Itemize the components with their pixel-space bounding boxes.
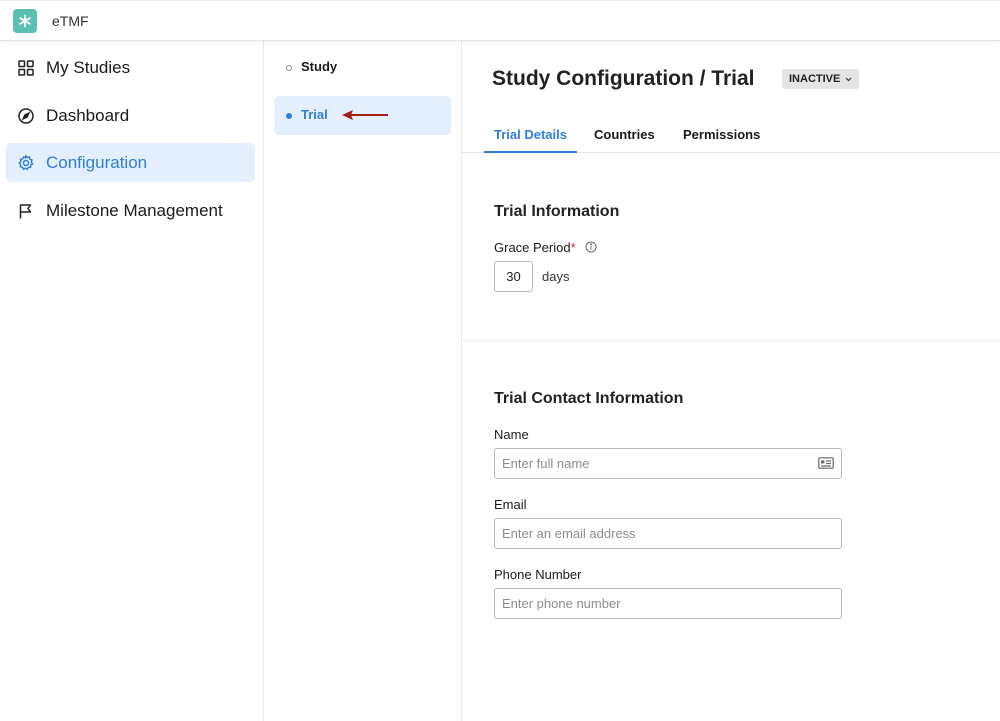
sidebar-item-label: Configuration: [46, 152, 148, 172]
tab-permissions[interactable]: Permissions: [683, 127, 760, 142]
grace-period-label: Grace Period*: [494, 240, 576, 255]
grace-period-label-text: Grace Period: [494, 240, 571, 255]
flag-icon: [19, 204, 32, 219]
subnav-item-label: Study: [301, 59, 338, 74]
section-title-trial-contact-information: Trial Contact Information: [494, 390, 684, 407]
sidebar-item-label: Milestone Management: [46, 200, 223, 220]
tab-countries[interactable]: Countries: [594, 127, 655, 142]
sidebar: My Studies Dashboard Configuration Miles…: [0, 41, 264, 721]
contact-card-icon[interactable]: [818, 457, 834, 469]
tab-trial-details[interactable]: Trial Details: [494, 127, 567, 142]
subnav-item-label: Trial: [301, 107, 328, 122]
sidebar-item-label: My Studies: [46, 57, 131, 77]
grid-icon: [18, 60, 34, 76]
page-title: Study Configuration / Trial: [492, 67, 755, 90]
sidebar-item-dashboard[interactable]: Dashboard: [6, 96, 255, 135]
phone-number-label: Phone Number: [494, 567, 582, 582]
sidebar-item-label: Dashboard: [46, 105, 130, 125]
active-tab-indicator: [484, 151, 577, 153]
section-divider: [462, 340, 1000, 341]
gear-icon: [18, 154, 34, 171]
grace-period-unit: days: [542, 269, 570, 284]
info-icon[interactable]: [585, 241, 597, 253]
status-badge[interactable]: INACTIVE: [782, 69, 860, 89]
top-bar: eTMF: [0, 0, 1000, 41]
configuration-subnav: Study Trial: [264, 41, 462, 721]
bullet-icon: [286, 65, 292, 71]
tab-bar: Trial Details Countries Permissions: [462, 119, 1000, 153]
compass-icon: [18, 108, 34, 124]
email-field[interactable]: [494, 518, 842, 549]
name-label: Name: [494, 427, 529, 442]
sidebar-item-my-studies[interactable]: My Studies: [6, 48, 255, 87]
sidebar-item-configuration[interactable]: Configuration: [6, 143, 255, 182]
grace-period-input[interactable]: 30: [494, 261, 533, 292]
section-title-trial-information: Trial Information: [494, 203, 620, 220]
phone-number-field[interactable]: [494, 588, 842, 619]
app-logo[interactable]: [13, 9, 37, 33]
status-label: INACTIVE: [789, 73, 841, 85]
main-content: Study Configuration / Trial INACTIVE Tri…: [462, 41, 1000, 721]
app-name: eTMF: [52, 13, 89, 29]
annotation-arrow-icon: [342, 110, 388, 120]
required-mark: *: [570, 240, 576, 255]
chevron-down-icon: [845, 77, 852, 81]
bullet-icon: [286, 113, 292, 119]
name-field[interactable]: [494, 448, 842, 479]
subnav-item-study[interactable]: Study: [274, 48, 451, 87]
email-label: Email: [494, 497, 527, 512]
sidebar-item-milestone-management[interactable]: Milestone Management: [6, 191, 255, 230]
asterisk-logo-icon: [19, 14, 31, 28]
